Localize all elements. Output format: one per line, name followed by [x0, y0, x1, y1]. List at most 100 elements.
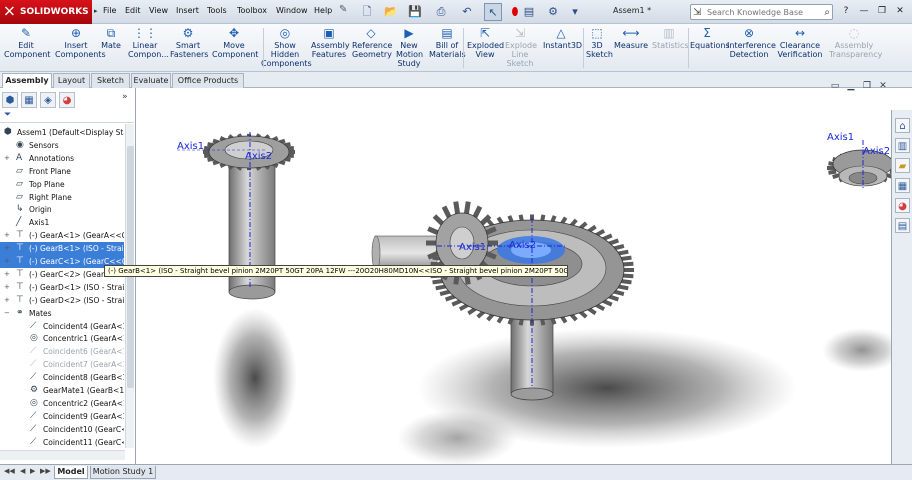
- file-explorer-icon[interactable]: ▰: [895, 158, 910, 173]
- display-style-icon[interactable]: ⬓: [425, 88, 437, 90]
- view-tool-18-icon[interactable]: ⬚: [605, 88, 617, 90]
- first-tab-icon[interactable]: ◀◀: [4, 467, 15, 475]
- expand-toggle-icon[interactable]: +: [4, 152, 10, 165]
- menu-help[interactable]: Help: [314, 6, 332, 15]
- ribbon-button-3d-sketch[interactable]: ⬚ 3D Sketch: [586, 26, 613, 72]
- ribbon-button-show-hidden[interactable]: ◎ Show Hidden Components: [261, 26, 312, 72]
- viewport-close-icon[interactable]: ✕: [876, 80, 890, 92]
- pin-icon[interactable]: ✎: [339, 4, 347, 15]
- expand-toggle-icon[interactable]: +: [4, 255, 10, 268]
- tree-item[interactable]: + ⊤ (-) GearB<1> (ISO - Straight: [0, 242, 124, 256]
- axis-label[interactable]: Axis1: [459, 242, 486, 253]
- ribbon-button-transparency[interactable]: ◌ Assembly Transparency: [829, 26, 882, 72]
- tab-evaluate[interactable]: Evaluate: [131, 73, 171, 88]
- hide-show-items-icon[interactable]: ◧: [440, 88, 452, 90]
- feature-manager-tab-icon[interactable]: ⬢: [2, 92, 18, 108]
- search-input[interactable]: [707, 6, 813, 18]
- axis-label[interactable]: Axis1: [177, 141, 204, 152]
- zoom-to-fit-icon[interactable]: ✥: [335, 88, 347, 90]
- search-box[interactable]: ⇲ ⌕: [690, 4, 833, 20]
- tree-item[interactable]: ▱ Top Plane: [0, 178, 124, 191]
- edit-appearance-icon[interactable]: ▦: [455, 88, 467, 90]
- ribbon-button-instant3d[interactable]: △ Instant3D: [543, 26, 582, 72]
- open-folder-icon[interactable]: 📂: [382, 3, 400, 21]
- dynamic-annotation-icon[interactable]: ⟲: [395, 88, 407, 90]
- view-tool-20-icon[interactable]: ▦: [635, 88, 647, 90]
- axis-label[interactable]: Axis2: [863, 146, 890, 157]
- view-tool-21-icon[interactable]: ◰: [650, 88, 662, 90]
- tab-assembly[interactable]: Assembly: [2, 73, 52, 88]
- customize-arrow-icon[interactable]: ▾: [566, 3, 584, 21]
- configuration-manager-tab-icon[interactable]: ◈: [40, 92, 56, 108]
- print-icon[interactable]: ⎙: [432, 3, 450, 21]
- tree-item[interactable]: ◎ Concentric2 (GearA<1>: [0, 397, 124, 410]
- tree-item[interactable]: ▱ Right Plane: [0, 191, 124, 204]
- ribbon-button-edit-component[interactable]: ✎ Edit Component: [4, 26, 50, 72]
- close-icon[interactable]: ✕: [892, 4, 908, 18]
- tree-item[interactable]: ⟋ Coincident7 (GearA<1>: [0, 358, 124, 371]
- tab-sketch[interactable]: Sketch: [91, 73, 130, 88]
- view-tool-17-icon[interactable]: ◈: [590, 88, 602, 90]
- expand-toggle-icon[interactable]: −: [4, 307, 10, 320]
- menu-flyout-arrow-icon[interactable]: ▸: [94, 7, 98, 15]
- zoom-area-icon[interactable]: ⤒: [350, 88, 362, 90]
- tree-item[interactable]: ◎ Concentric1 (GearA<1>: [0, 332, 124, 345]
- expand-toggle-icon[interactable]: +: [4, 242, 10, 255]
- tree-item[interactable]: ⟋ Coincident8 (GearB<1>: [0, 371, 124, 384]
- viewport-restore-icon[interactable]: ❐: [860, 80, 874, 92]
- search-icon[interactable]: ⌕: [824, 5, 830, 20]
- tree-item[interactable]: ⟋ Coincident10 (GearC<1>: [0, 423, 124, 436]
- undo-icon[interactable]: ↶: [458, 3, 476, 21]
- pan-view-icon[interactable]: ✦: [515, 88, 527, 90]
- tree-item[interactable]: ⟋ Coincident6 (GearA<1>: [0, 345, 124, 358]
- expand-toggle-icon[interactable]: +: [4, 294, 10, 307]
- view-tool-13-icon[interactable]: ◕: [530, 88, 542, 90]
- view-orientation-icon[interactable]: ⬒: [410, 88, 422, 90]
- appearances-icon[interactable]: ◕: [895, 198, 910, 213]
- menu-toolbox[interactable]: Toolbox: [237, 6, 267, 15]
- resources-icon[interactable]: ⌂: [895, 118, 910, 133]
- expand-toggle-icon[interactable]: +: [4, 281, 10, 294]
- view-palette-icon[interactable]: ▦: [895, 178, 910, 193]
- tree-item[interactable]: − ⚭ Mates: [0, 307, 124, 320]
- ribbon-button-equations[interactable]: Σ Equations: [690, 26, 730, 72]
- rotate-view-icon[interactable]: ▥: [500, 88, 512, 90]
- ribbon-button-smart-fasteners[interactable]: ⚙ Smart Fasteners: [170, 26, 208, 72]
- tab-motion-study-1[interactable]: Motion Study 1: [90, 466, 156, 479]
- file-properties-icon[interactable]: ▤: [520, 3, 538, 21]
- tree-item[interactable]: + A Annotations: [0, 152, 124, 165]
- menu-edit[interactable]: Edit: [125, 6, 141, 15]
- tree-item[interactable]: ⟋ Coincident9 (GearA<1>: [0, 410, 124, 423]
- tree-filter-bar[interactable]: ⏷: [0, 110, 134, 123]
- tab-model[interactable]: Model: [54, 466, 88, 479]
- last-tab-icon[interactable]: ▶▶: [40, 467, 51, 475]
- custom-properties-icon[interactable]: ▤: [895, 218, 910, 233]
- previous-view-icon[interactable]: ⇤: [365, 88, 377, 90]
- save-icon[interactable]: 💾: [406, 3, 424, 21]
- tab-layout[interactable]: Layout: [53, 73, 90, 88]
- ribbon-button-exploded-view[interactable]: ⇱ Exploded View: [467, 26, 504, 72]
- select-pointer-icon[interactable]: ↖: [484, 3, 502, 21]
- help-icon[interactable]: ?: [838, 4, 854, 18]
- tree-item[interactable]: ⚙ GearMate1 (GearB<1>: [0, 384, 124, 397]
- tree-horizontal-scrollbar[interactable]: [0, 450, 125, 460]
- expand-toggle-icon[interactable]: +: [4, 268, 10, 281]
- tree-item[interactable]: ⟋ Coincident4 (GearA<1>: [0, 320, 124, 333]
- view-tool-14-icon[interactable]: ▤: [545, 88, 557, 90]
- filter-icon[interactable]: ⏷: [4, 110, 11, 120]
- view-tool-16-icon[interactable]: ▨: [575, 88, 587, 90]
- menu-view[interactable]: View: [149, 6, 168, 15]
- ribbon-button-interference[interactable]: ⊗ Interference Detection: [727, 26, 776, 72]
- ribbon-button-insert-components[interactable]: ⊕ Insert Components: [55, 26, 106, 72]
- viewport-minimize-icon[interactable]: ▁: [844, 80, 858, 92]
- axis-label[interactable]: Axis2: [245, 151, 272, 162]
- view-tool-19-icon[interactable]: ▩: [620, 88, 632, 90]
- menu-tools[interactable]: Tools: [207, 6, 227, 15]
- menu-window[interactable]: Window: [276, 6, 308, 15]
- apply-scene-icon[interactable]: ◫: [470, 88, 482, 90]
- prev-tab-icon[interactable]: ◀: [20, 467, 25, 475]
- design-library-icon[interactable]: ▥: [895, 138, 910, 153]
- tree-item[interactable]: + ⊤ (-) GearA<1> (GearA<<Gear: [0, 229, 124, 242]
- view-settings-icon[interactable]: ◩: [485, 88, 497, 90]
- tree-item[interactable]: ▱ Front Plane: [0, 165, 124, 178]
